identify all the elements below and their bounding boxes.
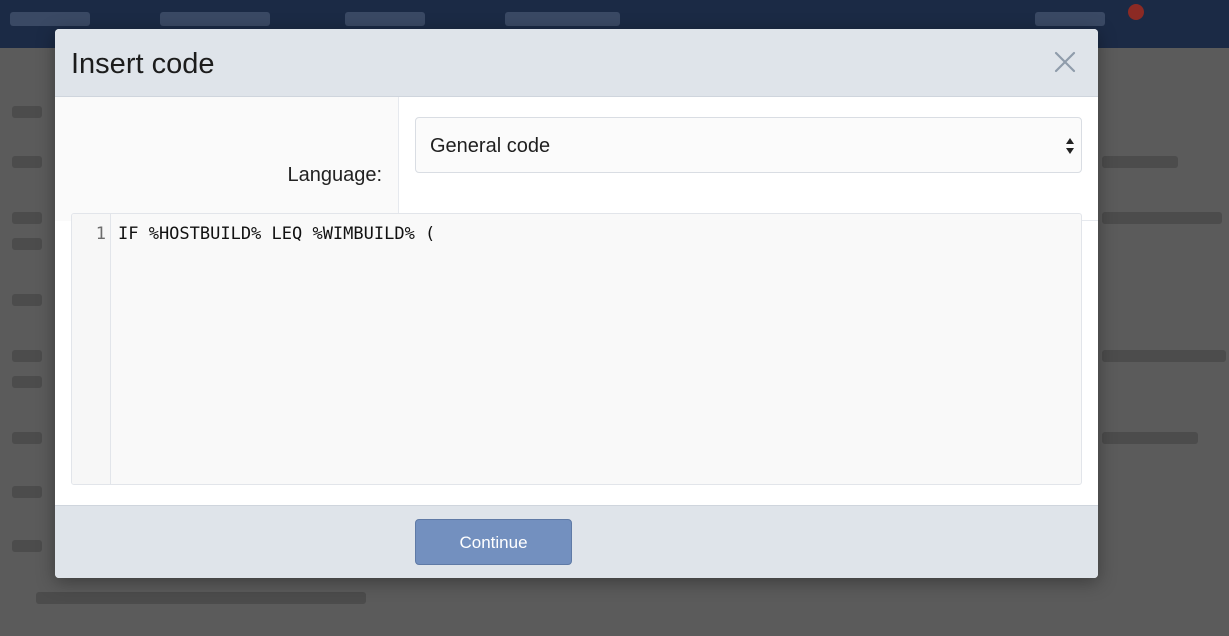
code-editor[interactable]: 1 IF %HOSTBUILD% LEQ %WIMBUILD% ( [71, 213, 1082, 485]
insert-code-dialog: Insert code Language: General code 1 IF … [55, 29, 1098, 578]
continue-button[interactable]: Continue [415, 519, 572, 565]
language-select[interactable]: General code [415, 117, 1082, 173]
dialog-footer: Continue [55, 505, 1098, 578]
close-icon [1054, 51, 1076, 73]
select-arrows-icon [1066, 138, 1074, 154]
close-button[interactable] [1052, 49, 1078, 75]
language-label-cell: Language: [55, 97, 399, 221]
code-line[interactable]: IF %HOSTBUILD% LEQ %WIMBUILD% ( [118, 224, 435, 244]
line-number-gutter: 1 [72, 214, 111, 484]
dialog-title: Insert code [71, 48, 215, 80]
dialog-header: Insert code [55, 29, 1098, 97]
language-select-value: General code [430, 135, 551, 157]
line-number: 1 [95, 224, 106, 244]
language-label: Language: [287, 164, 382, 186]
